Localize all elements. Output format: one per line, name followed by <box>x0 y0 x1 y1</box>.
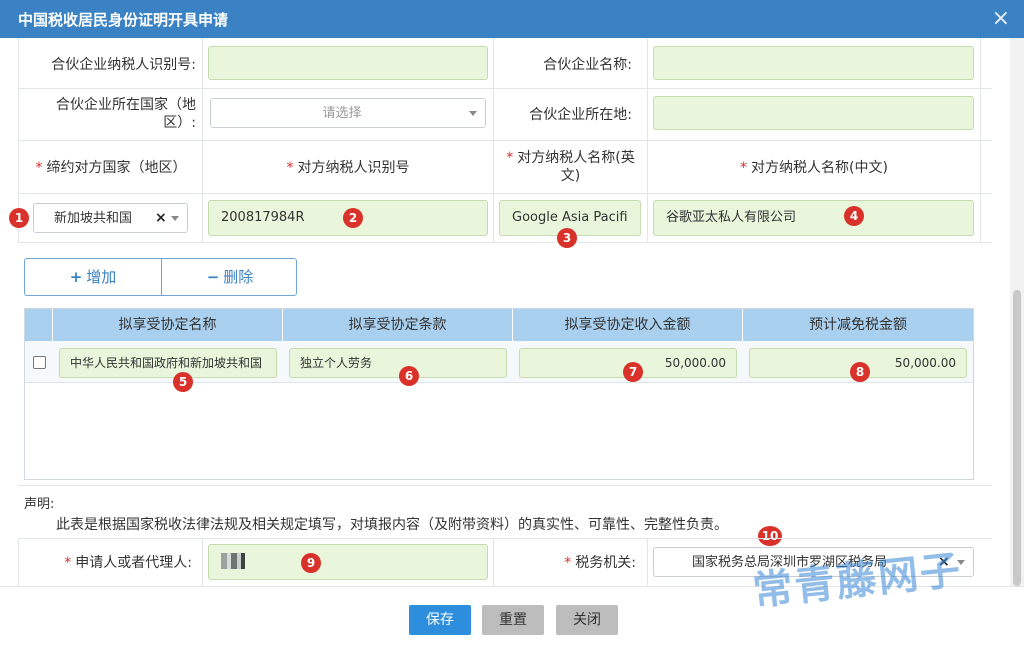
plus-icon: + <box>69 268 83 286</box>
col-divider <box>647 538 648 586</box>
annotation-badge-10: 10 <box>758 526 782 546</box>
header-checkbox-cell <box>25 309 53 341</box>
header-name-en-line2: 文) <box>560 168 581 184</box>
dialog-titlebar: 中国税收居民身份证明开具申请 × <box>0 0 1024 38</box>
partner-tin-input[interactable] <box>208 46 488 80</box>
col-divider <box>493 38 494 242</box>
row-divider <box>18 88 992 89</box>
col-divider <box>18 538 19 586</box>
counterparty-country-value: 新加坡共和国 <box>54 211 133 226</box>
add-button[interactable]: + 增加 <box>25 259 161 295</box>
annotation-badge-9: 9 <box>301 553 321 573</box>
row-divider <box>18 140 992 141</box>
treaty-table-header: 拟享受协定名称 拟享受协定条款 拟享受协定收入金额 预计减免税金额 <box>25 309 973 341</box>
partner-country-label-line1: 合伙企业所在国家（地 <box>56 97 196 113</box>
applicant-label-text: 申请人或者代理人: <box>75 555 192 571</box>
annotation-badge-4: 4 <box>844 206 864 226</box>
header-name-en-line1: 对方纳税人名称(英 <box>517 150 635 166</box>
dialog-content: 合伙企业纳税人识别号: 合伙企业名称: 合伙企业所在国家（地 区）: 请选择 合… <box>0 38 1024 586</box>
reset-button[interactable]: 重置 <box>482 605 544 635</box>
applicant-label: * 申请人或者代理人: <box>64 555 192 571</box>
header-counterparty-tin-text: 对方纳税人识别号 <box>297 160 410 176</box>
row-divider <box>18 193 992 194</box>
declaration-text: 此表是根据国家税收法律法规及相关规定填写，对填报内容（及附带资料）的真实性、可靠… <box>56 517 728 533</box>
annotation-badge-7: 7 <box>623 362 643 382</box>
tax-office-label-text: 税务机关: <box>575 555 636 571</box>
delete-button-label: 删除 <box>223 268 254 286</box>
header-counterparty-country: * 缔约对方国家（地区） <box>35 160 187 176</box>
partner-location-input[interactable] <box>653 96 974 130</box>
partner-country-label: 合伙企业所在国家（地 区）: <box>20 96 196 132</box>
applicant-input[interactable] <box>208 544 488 580</box>
partner-location-label: 合伙企业所在地: <box>529 107 632 123</box>
treaty-article-input[interactable]: 独立个人劳务 <box>289 348 507 378</box>
dialog-title: 中国税收居民身份证明开具申请 <box>18 11 229 29</box>
annotation-badge-5: 5 <box>173 372 193 392</box>
header-counterparty-name-en: * 对方纳税人名称(英 文) <box>494 149 647 185</box>
treaty-name-input[interactable]: 中华人民共和国政府和新加坡共和国 <box>59 348 277 378</box>
column-header: 拟享受协定名称 <box>53 309 283 341</box>
col-divider <box>647 38 648 242</box>
close-icon[interactable]: × <box>992 6 1010 31</box>
col-divider <box>202 38 203 242</box>
partner-country-select[interactable]: 请选择 <box>210 98 486 128</box>
save-button[interactable]: 保存 <box>409 605 471 635</box>
scrollbar-thumb[interactable] <box>1013 290 1021 586</box>
treaty-table: 拟享受协定名称 拟享受协定条款 拟享受协定收入金额 预计减免税金额 中华人民共和… <box>24 308 974 480</box>
annotation-badge-1: 1 <box>9 208 29 228</box>
redacted-name <box>221 552 251 569</box>
row-checkbox[interactable] <box>33 356 46 369</box>
counterparty-name-cn-input[interactable]: 谷歌亚太私人有限公司 <box>653 200 974 236</box>
header-counterparty-tin: * 对方纳税人识别号 <box>286 160 410 176</box>
table-row: 中华人民共和国政府和新加坡共和国 独立个人劳务 50,000.00 50,000… <box>25 341 973 383</box>
annotation-badge-8: 8 <box>850 362 870 382</box>
partner-country-placeholder: 请选择 <box>322 106 362 121</box>
counterparty-country-select[interactable]: 新加坡共和国 × <box>33 203 188 233</box>
minus-icon: − <box>206 268 220 286</box>
section-divider <box>18 485 992 486</box>
row-divider <box>18 242 992 243</box>
chevron-down-icon <box>469 111 477 116</box>
row-divider <box>18 538 992 539</box>
partner-name-label: 合伙企业名称: <box>543 57 632 73</box>
partner-country-label-line2: 区）: <box>163 115 196 131</box>
chevron-down-icon <box>171 216 179 221</box>
partner-name-input[interactable] <box>653 46 974 80</box>
column-header: 拟享受协定收入金额 <box>513 309 743 341</box>
vertical-scrollbar[interactable] <box>1010 38 1024 586</box>
header-counterparty-name-cn: * 对方纳税人名称(中文) <box>740 160 888 176</box>
annotation-badge-6: 6 <box>399 366 419 386</box>
column-header: 拟享受协定条款 <box>283 309 513 341</box>
partner-tin-label: 合伙企业纳税人识别号: <box>51 57 196 73</box>
row-action-buttons: + 增加 − 删除 <box>24 258 297 296</box>
close-button[interactable]: 关闭 <box>556 605 618 635</box>
tax-office-label: * 税务机关: <box>564 555 636 571</box>
col-divider <box>493 538 494 586</box>
annotation-badge-2: 2 <box>343 208 363 228</box>
declaration-title: 声明: <box>24 497 55 512</box>
col-divider <box>202 538 203 586</box>
delete-button[interactable]: − 删除 <box>162 259 298 295</box>
column-header: 预计减免税金额 <box>809 317 907 333</box>
add-button-label: 增加 <box>86 268 117 286</box>
header-counterparty-country-text: 缔约对方国家（地区） <box>46 160 187 176</box>
header-counterparty-name-cn-text: 对方纳税人名称(中文) <box>751 160 888 176</box>
annotation-badge-3: 3 <box>557 228 577 248</box>
col-divider <box>980 38 981 242</box>
clear-icon[interactable]: × <box>155 210 167 226</box>
